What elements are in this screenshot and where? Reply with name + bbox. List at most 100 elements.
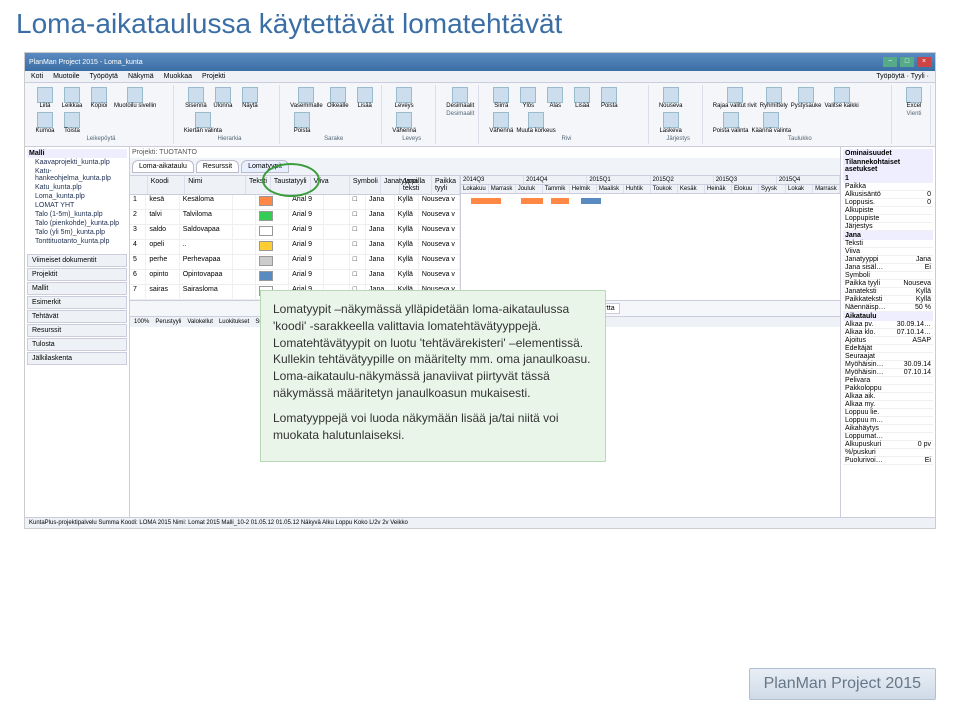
grid-cell[interactable]: saldo — [146, 225, 179, 239]
prop-value[interactable]: 07.10.14 — [904, 369, 931, 376]
menu-koti[interactable]: Koti — [31, 73, 43, 80]
tree-item[interactable]: Kaavaprojekti_kunta.plp — [27, 158, 127, 167]
tab-lomatyypit[interactable]: Lomatyypit — [241, 160, 289, 173]
left-tab-viimeiset dokumentit[interactable]: Viimeiset dokumentit — [27, 254, 127, 267]
grid-header-cell[interactable]: Koodi — [148, 176, 185, 194]
prop-value[interactable]: Nouseva — [903, 280, 931, 287]
prop-value[interactable]: 0 — [927, 199, 931, 206]
ribbon-btn-kiertän-valinta[interactable]: Kiertän valinta — [184, 112, 222, 134]
prop-row[interactable]: Alkupiste — [843, 207, 933, 215]
grid-cell[interactable]: sairas — [146, 285, 179, 299]
grid-cell[interactable]: .. — [180, 240, 234, 254]
zoom-value[interactable]: 100% — [134, 319, 149, 325]
ribbon-btn-desimaalit[interactable]: Desimaalit — [446, 87, 474, 109]
table-row[interactable]: 6opintoOpintovapaaArial 9□JanaKylläNouse… — [130, 270, 460, 285]
table-row[interactable]: 2talviTalvilomaArial 9□JanaKylläNouseva … — [130, 210, 460, 225]
prop-row[interactable]: Alkaa klo.07.10.14… — [843, 329, 933, 337]
grid-header-cell[interactable]: Viiva — [311, 176, 350, 194]
ribbon-btn-lisää[interactable]: Lisää — [353, 87, 377, 109]
prop-value[interactable]: Ei — [925, 264, 931, 271]
grid-cell[interactable]: Jana — [366, 210, 395, 224]
grid-cell[interactable] — [256, 255, 289, 269]
grid-header-cell[interactable]: Paikka tyyli — [432, 176, 460, 194]
grid-cell[interactable] — [256, 270, 289, 284]
ribbon-btn-pystysauke[interactable]: Pystysauke — [791, 87, 822, 109]
grid-cell[interactable]: 7 — [130, 285, 146, 299]
grid-cell[interactable]: opeli — [146, 240, 179, 254]
grid-cell[interactable] — [256, 210, 289, 224]
table-row[interactable]: 1kesäKesälomaArial 9□JanaKylläNouseva v — [130, 195, 460, 210]
grid-cell[interactable]: □ — [350, 255, 366, 269]
ribbon-btn-kumoa[interactable]: Kumoa — [33, 112, 57, 134]
menu-työpöytä[interactable]: Työpöytä — [90, 73, 118, 80]
prop-row[interactable]: Paikka tyyliNouseva — [843, 280, 933, 288]
tree-item[interactable]: Katu_kunta.plp — [27, 183, 127, 192]
grid-header-cell[interactable]: Janalla teksti — [400, 176, 432, 194]
ribbon-btn-vähennä[interactable]: Vähennä — [392, 112, 416, 134]
prop-row[interactable]: Alkaa my. — [843, 401, 933, 409]
tree-item[interactable]: LOMAT YHT — [27, 201, 127, 210]
grid-cell[interactable]: Arial 9 — [289, 255, 324, 269]
grid-cell[interactable] — [233, 240, 256, 254]
grid-header-cell[interactable]: Nimi — [185, 176, 246, 194]
grid-cell[interactable] — [324, 225, 350, 239]
left-tab-tulosta[interactable]: Tulosta — [27, 338, 127, 351]
prop-row[interactable]: Puolurivoi…Ei — [843, 457, 933, 465]
prop-value[interactable]: 0 pv — [918, 441, 931, 448]
prop-row[interactable]: Edeltäjät — [843, 345, 933, 353]
gantt-bar[interactable] — [471, 198, 501, 204]
minimize-button[interactable]: − — [883, 57, 897, 67]
prop-row[interactable]: %/puskuri — [843, 449, 933, 457]
grid-cell[interactable]: □ — [350, 210, 366, 224]
prop-value[interactable]: 50 % — [915, 304, 931, 311]
prop-row[interactable]: Loppusis.0 — [843, 199, 933, 207]
grid-cell[interactable]: Arial 9 — [289, 270, 324, 284]
ribbon-btn-näytä[interactable]: Näytä — [238, 87, 262, 109]
grid-cell[interactable] — [233, 255, 256, 269]
grid-cell[interactable]: Kyllä — [395, 210, 419, 224]
grid-cell[interactable]: kesä — [146, 195, 179, 209]
grid-cell[interactable] — [324, 270, 350, 284]
maximize-button[interactable]: □ — [900, 57, 914, 67]
grid-cell[interactable] — [324, 195, 350, 209]
grid-cell[interactable] — [233, 270, 256, 284]
tree-item[interactable]: Loma_kunta.plp — [27, 192, 127, 201]
grid-cell[interactable]: Kesäloma — [180, 195, 234, 209]
ribbon-btn-siirrä[interactable]: Siirrä — [489, 87, 513, 109]
prop-row[interactable]: Loppupiste — [843, 215, 933, 223]
table-row[interactable]: 5perhePerhevapaaArial 9□JanaKylläNouseva… — [130, 255, 460, 270]
prop-value[interactable]: 07.10.14… — [897, 329, 931, 336]
grid-cell[interactable]: Nouseva v — [419, 195, 460, 209]
grid-cell[interactable]: □ — [350, 270, 366, 284]
prop-row[interactable]: Pakkoloppu — [843, 385, 933, 393]
grid-cell[interactable]: Arial 9 — [289, 225, 324, 239]
ribbon-btn-muuta-korkeus[interactable]: Muuta korkeus — [516, 112, 555, 134]
grid-cell[interactable]: talvi — [146, 210, 179, 224]
prop-row[interactable]: Myöhäisin…07.10.14 — [843, 369, 933, 377]
prop-row[interactable]: Viiva — [843, 248, 933, 256]
tab-loma-aikataulu[interactable]: Loma-aikataulu — [132, 160, 194, 173]
ribbon-btn-liitä[interactable]: Liitä — [33, 87, 57, 109]
prop-row[interactable]: Seuraajat — [843, 353, 933, 361]
grid-header-cell[interactable]: Teksti — [246, 176, 271, 194]
grid-cell[interactable] — [324, 240, 350, 254]
grid-cell[interactable]: 6 — [130, 270, 146, 284]
status-tab[interactable]: Perustyyli — [155, 319, 181, 325]
table-row[interactable]: 3saldoSaldovapaaArial 9□JanaKylläNouseva… — [130, 225, 460, 240]
prop-row[interactable]: Loppuu m… — [843, 417, 933, 425]
prop-value[interactable]: ASAP — [912, 337, 931, 344]
left-tab-tehtävät[interactable]: Tehtävät — [27, 310, 127, 323]
grid-cell[interactable] — [324, 255, 350, 269]
grid-cell[interactable]: Nouseva v — [419, 225, 460, 239]
ribbon-btn-ylös[interactable]: Ylös — [516, 87, 540, 109]
grid-cell[interactable]: Jana — [366, 255, 395, 269]
ribbon-btn-excel[interactable]: Excel — [902, 87, 926, 109]
grid-cell[interactable]: Jana — [366, 240, 395, 254]
gantt-bar[interactable] — [551, 198, 569, 204]
grid-cell[interactable]: Kyllä — [395, 240, 419, 254]
menu-muokkaa[interactable]: Muokkaa — [164, 73, 192, 80]
ribbon-btn-sisennä[interactable]: Sisennä — [184, 87, 208, 109]
grid-cell[interactable]: Jana — [366, 270, 395, 284]
left-tab-mallit[interactable]: Mallit — [27, 282, 127, 295]
ribbon-btn-ryhmittely[interactable]: Ryhmittely — [760, 87, 788, 109]
